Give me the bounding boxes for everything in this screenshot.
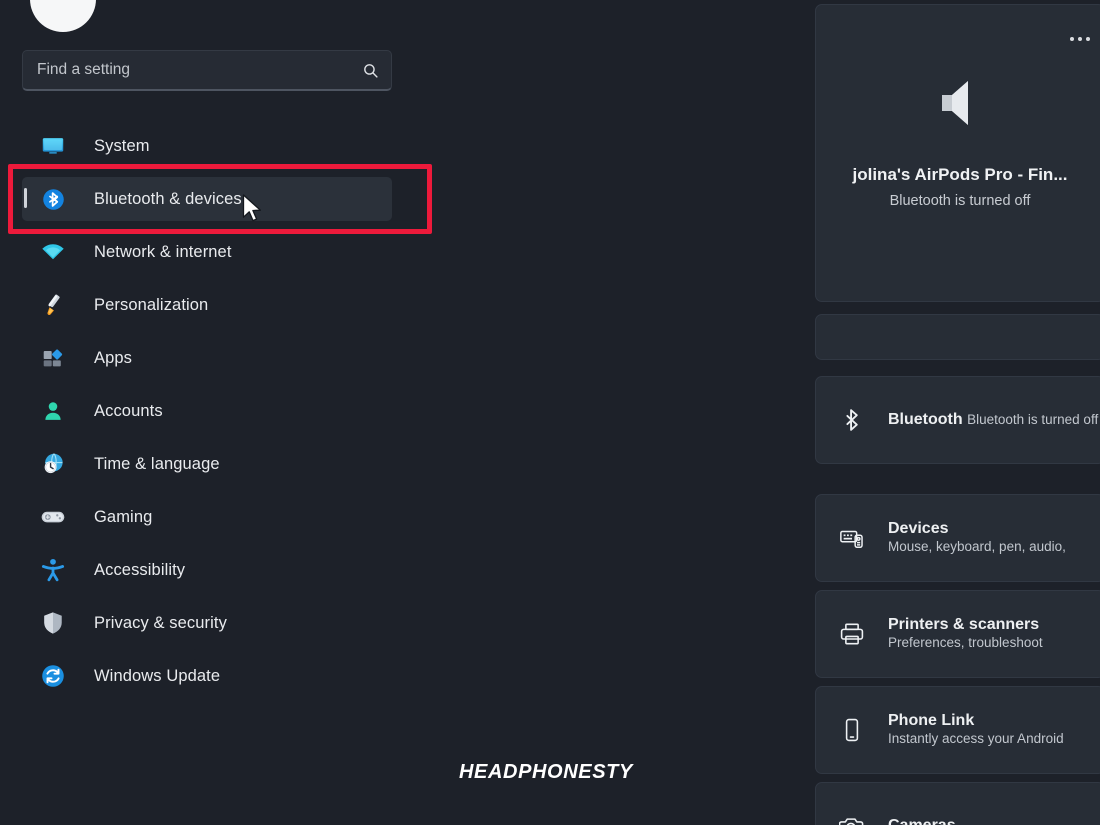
row-subtitle: Bluetooth is turned off (967, 412, 1099, 427)
row-text: Bluetooth Bluetooth is turned off (888, 411, 1098, 429)
row-text: Cameras (888, 817, 956, 825)
speaker-icon (816, 71, 1100, 135)
sidebar-item-label: Personalization (94, 295, 209, 314)
device-panel: jolina's AirPods Pro - Fin... Bluetooth … (815, 0, 1100, 825)
sidebar-item-apps[interactable]: Apps (22, 336, 392, 380)
row-subtitle: Mouse, keyboard, pen, audio, (888, 539, 1066, 554)
row-subtitle: Instantly access your Android (888, 731, 1064, 746)
phone-icon (838, 716, 866, 744)
search-box[interactable] (22, 50, 392, 91)
camera-icon (838, 812, 866, 825)
sidebar-item-label: Windows Update (94, 666, 221, 685)
sidebar-item-privacy-security[interactable]: Privacy & security (22, 601, 392, 645)
sidebar-item-label: Privacy & security (94, 613, 227, 632)
blank-card (815, 314, 1100, 360)
sidebar-item-network-internet[interactable]: Network & internet (22, 230, 392, 274)
watermark: HEADPHONESTY (459, 761, 633, 783)
sidebar-item-label: Gaming (94, 507, 153, 526)
more-options-icon[interactable] (1070, 37, 1090, 41)
setting-row-cameras[interactable]: Cameras (815, 782, 1100, 825)
sidebar: System Bluetooth & devices (0, 0, 440, 825)
sidebar-item-system[interactable]: System (22, 124, 392, 168)
row-title: Devices (888, 520, 949, 537)
sidebar-item-label: Apps (94, 348, 133, 367)
monitor-icon (40, 133, 66, 159)
settings-window: System Bluetooth & devices (0, 0, 1100, 825)
row-title: Phone Link (888, 712, 975, 729)
setting-row-phone-link[interactable]: Phone Link Instantly access your Android (815, 686, 1100, 774)
sidebar-item-bluetooth-devices[interactable]: Bluetooth & devices (22, 177, 392, 221)
apps-icon (40, 345, 66, 371)
clock-globe-icon (40, 451, 66, 477)
paintbrush-icon (40, 292, 66, 318)
sidebar-item-time-language[interactable]: Time & language (22, 442, 392, 486)
bluetooth-icon (40, 186, 66, 212)
search-input[interactable] (37, 61, 362, 79)
sidebar-item-label: Bluetooth & devices (94, 189, 242, 208)
sidebar-item-windows-update[interactable]: Windows Update (22, 654, 392, 698)
search-icon (362, 62, 379, 79)
row-title: Printers & scanners (888, 616, 1040, 633)
row-text: Devices Mouse, keyboard, pen, audio, (888, 520, 1100, 556)
bluetooth-icon (838, 406, 866, 434)
sidebar-item-label: System (94, 136, 150, 155)
row-title: Cameras (888, 817, 956, 825)
sidebar-item-label: Time & language (94, 454, 220, 473)
row-subtitle: Preferences, troubleshoot (888, 635, 1043, 650)
person-icon (40, 398, 66, 424)
device-name: jolina's AirPods Pro - Fin... (852, 165, 1068, 184)
row-title: Bluetooth (888, 411, 963, 428)
gamepad-icon (40, 504, 66, 530)
device-status: Bluetooth is turned off (889, 193, 1031, 209)
connected-device-card[interactable]: jolina's AirPods Pro - Fin... Bluetooth … (815, 4, 1100, 302)
printer-icon (838, 620, 866, 648)
update-icon (40, 663, 66, 689)
devices-icon (838, 524, 866, 552)
sidebar-item-accessibility[interactable]: Accessibility (22, 548, 392, 592)
setting-row-bluetooth[interactable]: Bluetooth Bluetooth is turned off (815, 376, 1100, 464)
row-text: Phone Link Instantly access your Android (888, 712, 1100, 748)
sidebar-item-label: Network & internet (94, 242, 232, 261)
setting-row-devices[interactable]: Devices Mouse, keyboard, pen, audio, (815, 494, 1100, 582)
sidebar-item-accounts[interactable]: Accounts (22, 389, 392, 433)
setting-row-printers-scanners[interactable]: Printers & scanners Preferences, trouble… (815, 590, 1100, 678)
row-text: Printers & scanners Preferences, trouble… (888, 616, 1100, 652)
sidebar-nav: System Bluetooth & devices Network & int… (0, 124, 440, 707)
sidebar-item-personalization[interactable]: Personalization (22, 283, 392, 327)
selection-pill (24, 188, 27, 208)
shield-icon (40, 610, 66, 636)
accessibility-icon (40, 557, 66, 583)
sidebar-item-label: Accessibility (94, 560, 186, 579)
wifi-icon (40, 239, 66, 265)
sidebar-item-label: Accounts (94, 401, 163, 420)
sidebar-item-gaming[interactable]: Gaming (22, 495, 392, 539)
